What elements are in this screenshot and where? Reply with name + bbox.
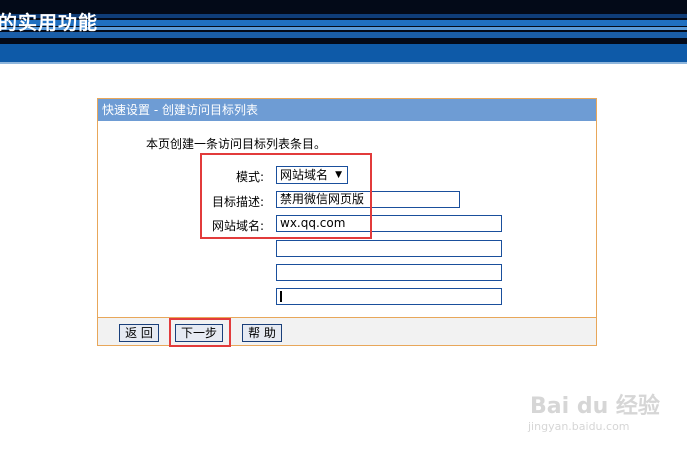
highlight-next-box [169,318,231,347]
highlight-form-box [200,153,372,239]
domain-input-4[interactable] [276,288,502,305]
banner-title: 的实用功能 [0,12,99,34]
domain-input-3[interactable] [276,264,502,281]
baidu-watermark-url: jingyan.baidu.com [528,420,630,433]
help-button[interactable]: 帮 助 [242,324,282,342]
banner-subbar [0,44,687,62]
baidu-watermark-logo: Bai du 经验 [530,394,660,419]
intro-text: 本页创建一条访问目标列表条目。 [146,137,327,151]
banner-divider [0,62,687,64]
back-button[interactable]: 返 回 [119,324,159,342]
text-cursor [280,291,282,302]
domain-input-2[interactable] [276,240,502,257]
panel-header: 快速设置 - 创建访问目标列表 [98,99,596,121]
top-banner: 的实用功能 [0,0,687,44]
